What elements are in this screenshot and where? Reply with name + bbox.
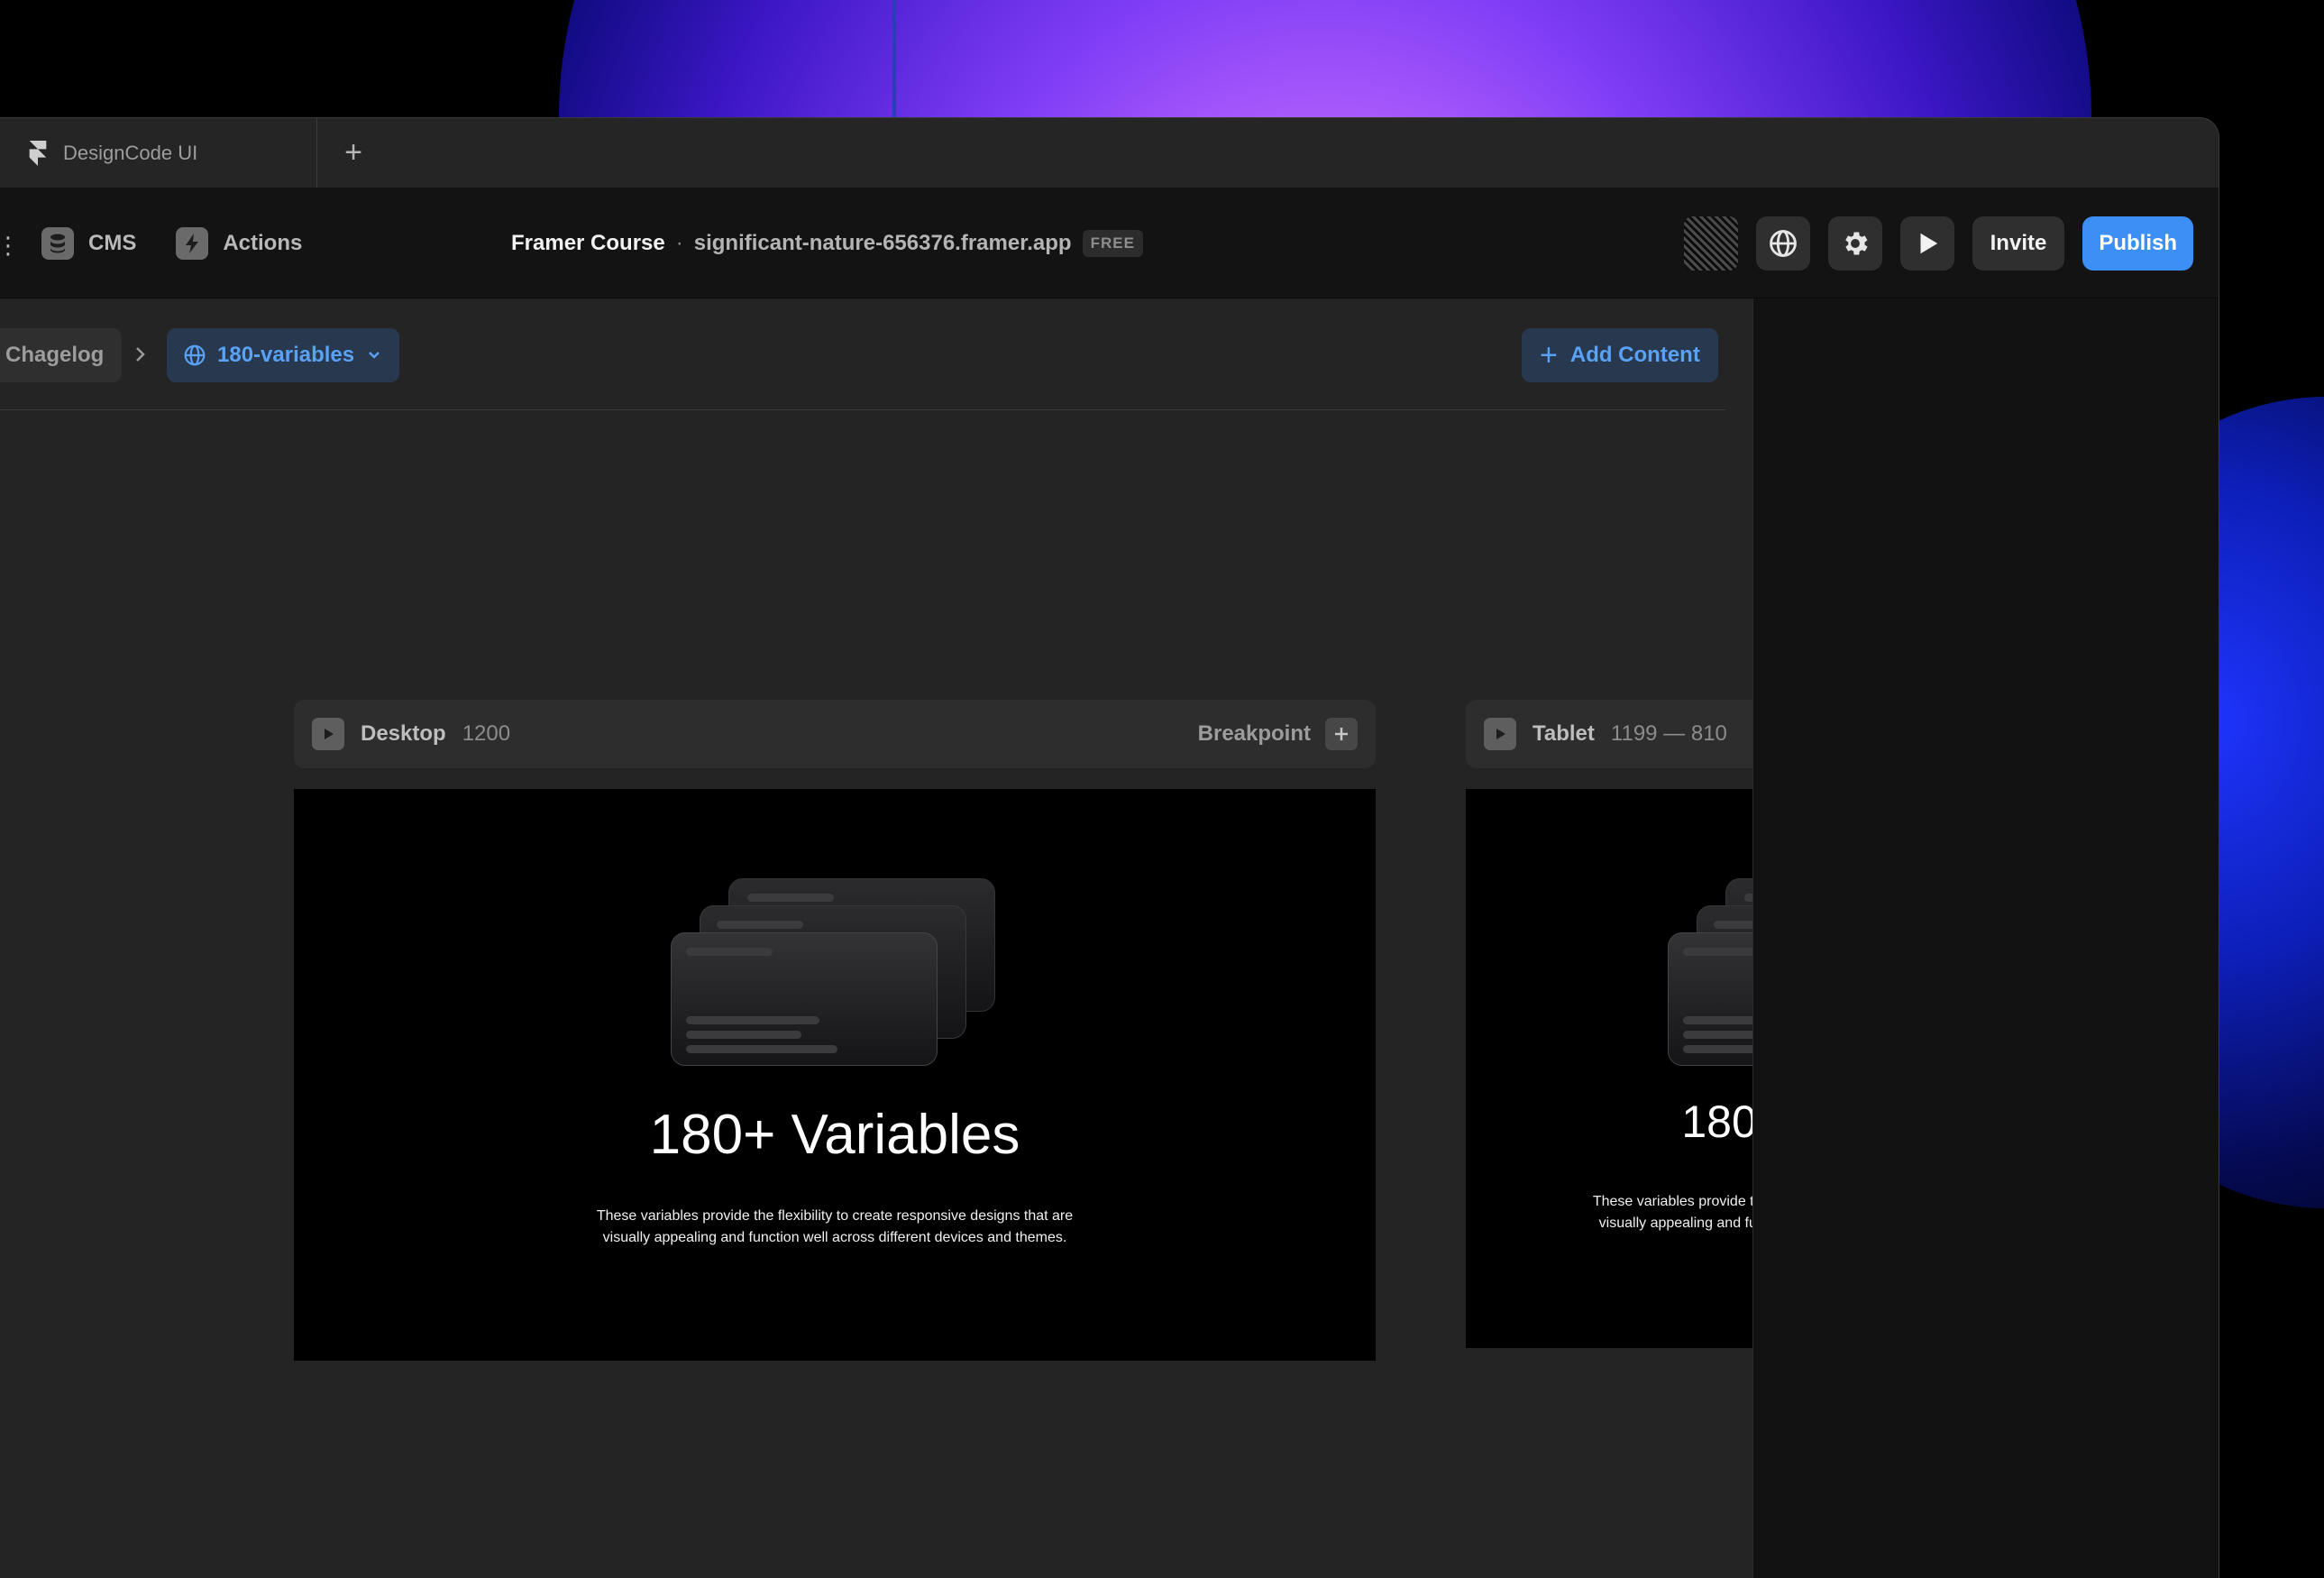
frame-name: Tablet <box>1533 721 1595 746</box>
wallpaper-line <box>892 0 896 117</box>
title-separator: · <box>675 231 683 255</box>
cms-button[interactable]: CMS <box>41 227 136 260</box>
plan-badge: FREE <box>1082 230 1143 257</box>
publish-button[interactable]: Publish <box>2082 216 2193 271</box>
frame-header-desktop[interactable]: Desktop 1200 Breakpoint <box>294 700 1376 768</box>
new-tab-button[interactable]: + <box>317 118 389 188</box>
play-icon[interactable] <box>312 718 344 750</box>
project-title: Framer Course <box>511 231 665 255</box>
illustration-card <box>671 932 938 1066</box>
add-content-label: Add Content <box>1569 343 1700 367</box>
breadcrumb-current-label: 180-variables <box>217 343 355 367</box>
globe-icon <box>184 344 206 366</box>
plus-icon <box>1325 718 1358 750</box>
invite-button[interactable]: Invite <box>1972 216 2065 271</box>
framer-logo-icon <box>29 140 47 166</box>
actions-label: Actions <box>223 231 303 255</box>
lightning-icon <box>176 227 209 260</box>
preview-title: 180+ Variables <box>649 1104 1020 1166</box>
app-window: DesignCode UI + ⋮ CMS Actions Framer Cou… <box>0 117 2219 1578</box>
plus-icon: + <box>344 135 362 170</box>
frame-size: 1199 — 810 <box>1610 721 1727 746</box>
canvas: Chagelog 180-variables + Add Content Des… <box>0 298 2196 1578</box>
frame-preview-desktop[interactable]: 180+ Variables These variables provide t… <box>294 789 1376 1361</box>
breakpoint-button[interactable]: Breakpoint <box>1198 718 1358 750</box>
plus-icon: + <box>1540 338 1558 372</box>
cms-label: CMS <box>88 231 137 255</box>
tab-designcode-ui[interactable]: DesignCode UI <box>0 118 317 188</box>
globe-button[interactable] <box>1755 216 1810 271</box>
chevron-down-icon <box>369 352 380 359</box>
chevron-right-icon <box>136 347 145 362</box>
avatar[interactable] <box>1683 216 1738 271</box>
globe-icon <box>1769 230 1797 257</box>
toolbar: ⋮ CMS Actions Framer Course · significan… <box>0 188 2219 298</box>
play-icon <box>1920 233 1937 254</box>
settings-button[interactable] <box>1827 216 1882 271</box>
breadcrumb-current[interactable]: 180-variables <box>167 328 400 382</box>
project-url[interactable]: significant-nature-656376.framer.app <box>694 231 1072 256</box>
gear-icon <box>1844 232 1868 255</box>
preview-description: These variables provide the flexibility … <box>596 1208 1074 1245</box>
breakpoint-label: Breakpoint <box>1197 721 1311 746</box>
database-icon <box>41 227 74 260</box>
project-info: Framer Course · significant-nature-65637… <box>511 188 1143 298</box>
cards-illustration <box>671 878 1013 1069</box>
frame-name: Desktop <box>361 721 446 746</box>
breadcrumb-previous[interactable]: Chagelog <box>0 328 123 382</box>
frame-size: 1200 <box>462 721 511 746</box>
preview-button[interactable] <box>1899 216 1954 271</box>
properties-panel <box>1752 298 2219 1578</box>
actions-button[interactable]: Actions <box>176 227 302 260</box>
play-icon[interactable] <box>1484 718 1516 750</box>
breadcrumb: Chagelog 180-variables + Add Content <box>0 298 1725 410</box>
tab-label: DesignCode UI <box>63 141 198 164</box>
tab-bar: DesignCode UI + <box>0 118 2219 188</box>
add-content-button[interactable]: + Add Content <box>1522 328 1718 382</box>
